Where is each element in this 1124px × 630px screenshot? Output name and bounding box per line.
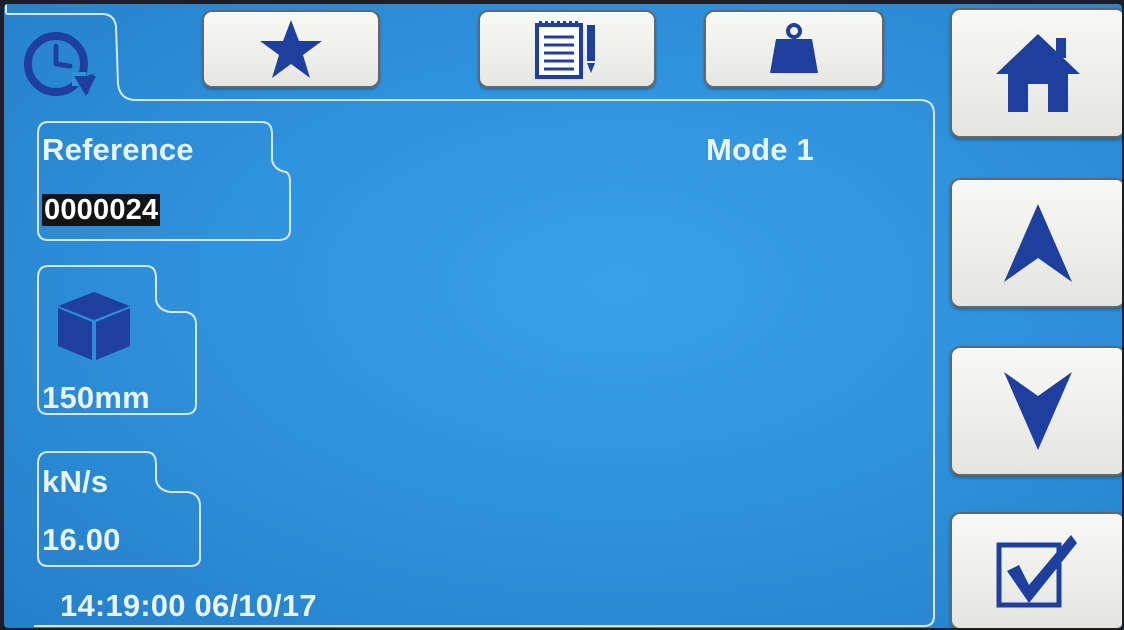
star-icon — [260, 20, 322, 78]
specimen-size-field[interactable] — [54, 290, 134, 360]
mode-label: Mode 1 — [706, 132, 814, 167]
tab-history[interactable] — [8, 24, 108, 104]
touchscreen-display: Mode 1 Reference 0000024 150mm kN/s 16.0… — [4, 4, 1122, 628]
scroll-down-button[interactable] — [950, 346, 1122, 476]
rate-value[interactable]: 16.00 — [42, 522, 121, 558]
clock-refresh-icon — [24, 32, 96, 96]
notepad-icon — [535, 21, 595, 79]
cube-icon — [58, 292, 130, 360]
specimen-size-value: 150mm — [42, 380, 150, 415]
home-button[interactable] — [950, 8, 1122, 138]
tab-favorites[interactable] — [202, 10, 380, 88]
reference-input[interactable]: 0000024 — [42, 194, 161, 227]
home-icon — [996, 34, 1080, 112]
confirm-button[interactable] — [950, 512, 1122, 628]
reference-value: 0000024 — [42, 194, 161, 226]
arrow-down-icon — [1004, 372, 1072, 450]
tab-notes[interactable] — [478, 10, 656, 88]
checkbox-checked-icon — [996, 535, 1077, 608]
weight-icon — [770, 23, 818, 73]
tab-weight[interactable] — [704, 10, 884, 88]
rate-unit-label: kN/s — [42, 464, 109, 499]
datetime-status: 14:19:00 06/10/17 — [60, 588, 317, 623]
arrow-up-icon — [1004, 204, 1072, 282]
scroll-up-button[interactable] — [950, 178, 1122, 308]
reference-label: Reference — [42, 132, 194, 167]
